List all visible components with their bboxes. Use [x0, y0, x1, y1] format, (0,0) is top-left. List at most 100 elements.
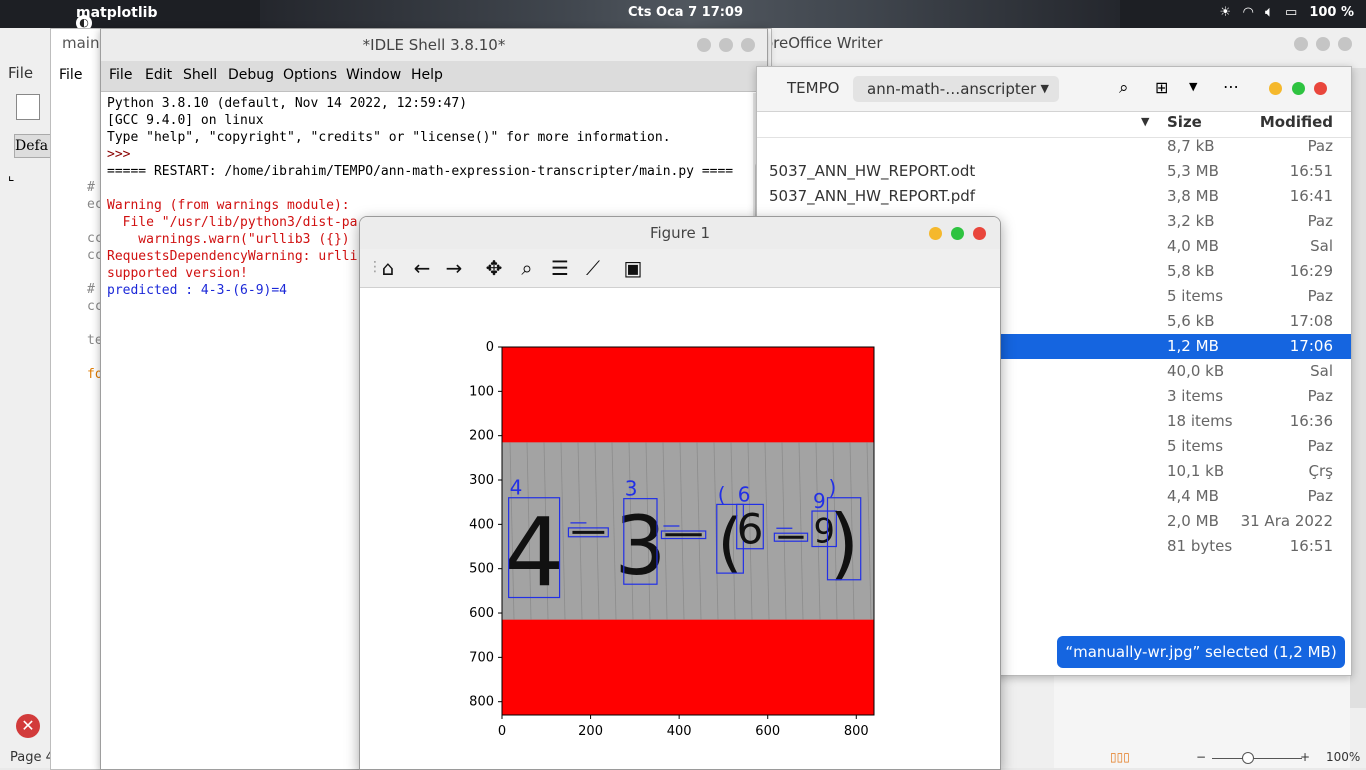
idle-menu-file[interactable]: File	[109, 67, 132, 83]
file-size: 40,0 kB	[1167, 362, 1225, 380]
writer-maximize-button[interactable]	[1316, 37, 1330, 51]
file-modified: Paz	[1307, 437, 1333, 455]
file-size: 18 items	[1167, 412, 1233, 430]
box-label: )	[829, 476, 837, 500]
figure-close-button[interactable]	[973, 227, 986, 240]
top-bar: ◐ matplotlib Cts Oca 7 17:09 ☀ ◠ 🔈︎ ▭ 100…	[0, 0, 1366, 28]
home-icon[interactable]: ⌂	[376, 256, 400, 280]
zoom-slider-handle[interactable]	[1242, 752, 1254, 764]
file-modified: 16:51	[1289, 537, 1333, 555]
view-options-chevron-icon[interactable]: ▼	[1189, 80, 1197, 93]
y-tick-label: 100	[469, 384, 494, 399]
idle-close-button[interactable]	[741, 38, 755, 52]
system-tray[interactable]: ☀ ◠ 🔈︎ ▭ 100 %	[1220, 5, 1354, 20]
handwritten-glyph: 4	[504, 499, 564, 609]
file-size: 5,8 kB	[1167, 262, 1215, 280]
save-icon[interactable]: ▣	[621, 256, 645, 280]
page-view-icon[interactable]: ▯▯▯	[1110, 750, 1130, 764]
edit-axis-icon[interactable]: ⟋	[581, 256, 605, 280]
editor-menu-file[interactable]: File	[59, 67, 82, 83]
writer-close-button[interactable]	[1338, 37, 1352, 51]
file-row[interactable]: 5037_ANN_HW_REPORT.odt 5,3 MB 16:51	[757, 159, 1351, 184]
file-modified: 31 Ara 2022	[1240, 512, 1333, 530]
figure-maximize-button[interactable]	[951, 227, 964, 240]
writer-minimize-button[interactable]	[1294, 37, 1308, 51]
paragraph-style-box[interactable]: Defa	[14, 134, 52, 158]
zoom-level: 100%	[1326, 750, 1361, 764]
figure-minimize-button[interactable]	[929, 227, 942, 240]
configure-subplots-icon[interactable]: ☰	[548, 256, 572, 280]
file-modified: 16:36	[1289, 412, 1333, 430]
brightness-icon[interactable]: ☀	[1220, 5, 1232, 20]
figure-window: Figure 1 ⋮ ⌂ ← → ✥ ⌕ ☰ ⟋ ▣ 4 4 3 3((6 6 9 9)) 0…	[359, 216, 1001, 770]
breadcrumb-tempo[interactable]: TEMPO	[787, 79, 839, 97]
handwritten-glyph: )	[829, 499, 859, 589]
matplotlib-app-icon: ◐	[76, 15, 92, 28]
y-tick-label: 500	[469, 562, 494, 577]
breadcrumb-current-folder[interactable]: ann-math-…anscripter ▼	[853, 76, 1059, 102]
file-modified: 16:29	[1289, 262, 1333, 280]
pan-icon[interactable]: ✥	[482, 256, 506, 280]
file-size: 2,0 MB	[1167, 512, 1219, 530]
file-size: 1,2 MB	[1167, 337, 1219, 355]
sort-chevron-icon[interactable]: ▼	[1141, 115, 1149, 128]
idle-menu-window[interactable]: Window	[346, 67, 401, 83]
close-error-icon[interactable]: ✕	[16, 714, 40, 738]
idle-menu-options[interactable]: Options	[283, 67, 337, 83]
idle-menu-help[interactable]: Help	[411, 67, 443, 83]
figure-canvas[interactable]: 4433((6699))01002003004005006007008000 20…	[360, 287, 1000, 769]
forward-icon[interactable]: →	[442, 256, 466, 280]
battery-icon[interactable]: ▭	[1285, 5, 1297, 20]
writer-menu-file[interactable]: File	[8, 64, 33, 82]
clock[interactable]: Cts Oca 7 17:09	[628, 5, 743, 20]
chevron-down-icon: ▼	[1040, 82, 1049, 95]
new-document-icon[interactable]	[16, 94, 40, 120]
idle-title: *IDLE Shell 3.8.10*	[101, 29, 767, 61]
file-row[interactable]: 5037_ANN_HW_REPORT.pdf 3,8 MB 16:41	[757, 184, 1351, 209]
zoom-bar[interactable]: ▯▯▯ − + 100%	[1100, 750, 1366, 768]
figure-toolbar: ⋮ ⌂ ← → ✥ ⌕ ☰ ⟋ ▣	[360, 249, 1000, 288]
file-size: 8,7 kB	[1167, 137, 1215, 155]
zoom-in-icon[interactable]: +	[1300, 750, 1310, 764]
size-column-header[interactable]: Size	[1167, 113, 1202, 131]
zoom-icon[interactable]: ⌕	[515, 256, 539, 280]
y-tick-label: 0	[486, 340, 494, 355]
shell-line: Type "help", "copyright", "credits" or "…	[107, 130, 671, 145]
y-tick-label: 700	[469, 650, 494, 665]
grid-view-icon[interactable]: ⊞	[1155, 78, 1168, 97]
search-icon[interactable]: ⌕	[1119, 78, 1129, 98]
idle-minimize-button[interactable]	[697, 38, 711, 52]
file-size: 5,3 MB	[1167, 162, 1219, 180]
wifi-icon[interactable]: ◠	[1243, 5, 1253, 20]
files-header: TEMPO ann-math-…anscripter ▼ ⌕ ⊞ ▼ ⋯	[757, 67, 1351, 112]
idle-menu-debug[interactable]: Debug	[228, 67, 274, 83]
file-size: 4,0 MB	[1167, 237, 1219, 255]
y-tick-label: 600	[469, 606, 494, 621]
file-modified: 17:06	[1289, 337, 1333, 355]
file-size: 3 items	[1167, 387, 1224, 405]
active-app-menu[interactable]: ◐ matplotlib	[76, 5, 157, 28]
zoom-slider[interactable]	[1212, 758, 1302, 759]
box-label: (	[718, 482, 726, 506]
modified-column-header[interactable]: Modified	[1260, 113, 1333, 131]
menu-icon[interactable]: ⋯	[1223, 77, 1239, 96]
idle-menu-edit[interactable]: Edit	[145, 67, 172, 83]
files-maximize-button[interactable]	[1292, 82, 1305, 95]
zoom-out-icon[interactable]: −	[1196, 750, 1206, 764]
files-minimize-button[interactable]	[1269, 82, 1282, 95]
file-modified: Paz	[1307, 137, 1333, 155]
file-name: 5037_ANN_HW_REPORT.pdf	[769, 187, 976, 205]
x-tick-label: 0	[498, 724, 506, 739]
ruler-marker: ⌞	[8, 168, 15, 184]
file-modified: Paz	[1307, 387, 1333, 405]
file-modified: Çrş	[1308, 462, 1333, 480]
idle-maximize-button[interactable]	[719, 38, 733, 52]
files-close-button[interactable]	[1314, 82, 1327, 95]
file-row[interactable]: 8,7 kB Paz	[757, 134, 1351, 159]
file-size: 10,1 kB	[1167, 462, 1225, 480]
idle-menu-shell[interactable]: Shell	[183, 67, 217, 83]
volume-icon[interactable]: 🔈︎	[1265, 5, 1273, 20]
shell-line: Python 3.8.10 (default, Nov 14 2022, 12:…	[107, 96, 468, 111]
back-icon[interactable]: ←	[410, 256, 434, 280]
